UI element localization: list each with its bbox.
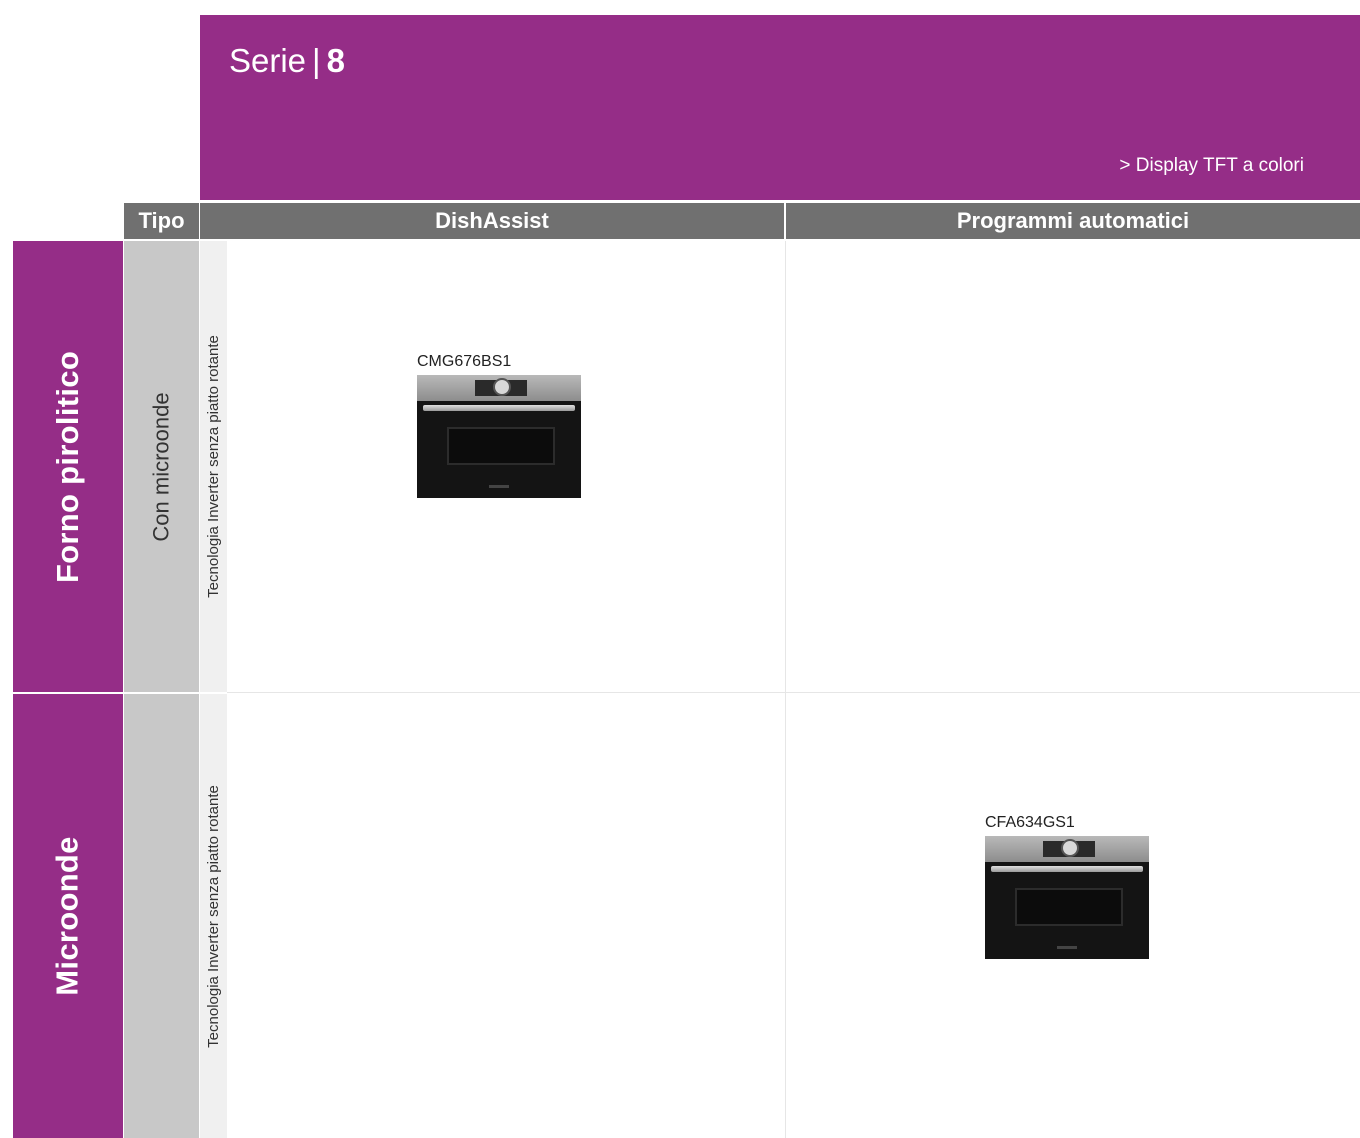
series-separator: |: [312, 42, 321, 79]
technology-cell: Tecnologia Inverter senza piatto rotante: [200, 241, 227, 692]
category-microonde: Microonde: [13, 694, 123, 1138]
series-title: Serie | 8: [229, 41, 345, 81]
column-header-programmi: Programmi automatici: [786, 203, 1360, 239]
column-header-programmi-label: Programmi automatici: [956, 208, 1190, 233]
product-card-cfa634gs1[interactable]: CFA634GS1: [985, 813, 1149, 959]
knob-icon: [1061, 839, 1079, 857]
row-divider: [227, 692, 1360, 693]
oven-image: [985, 836, 1149, 959]
series-number: 8: [326, 42, 345, 79]
technology-label: Tecnologia Inverter senza piatto rotante: [205, 784, 223, 1048]
column-header-dishassist-label: DishAssist: [435, 208, 549, 233]
series-header: Serie | 8 > Display TFT a colori: [200, 15, 1360, 200]
product-card-cmg676bs1[interactable]: CMG676BS1: [417, 352, 581, 498]
technology-cell: Tecnologia Inverter senza piatto rotante: [200, 694, 227, 1138]
technology-label: Tecnologia Inverter senza piatto rotante: [205, 335, 223, 598]
series-label: Serie: [229, 42, 307, 79]
product-code: CFA634GS1: [985, 814, 1075, 831]
product-code: CMG676BS1: [417, 353, 512, 370]
subtype-con-microonde: Con microonde: [124, 241, 199, 692]
subtype-empty: [124, 694, 199, 1138]
column-header-tipo-label: Tipo: [138, 208, 185, 233]
oven-image: [417, 375, 581, 498]
category-label: Forno pirolitico: [50, 350, 86, 583]
category-label: Microonde: [50, 836, 85, 996]
category-forno-pirolitico: Forno pirolitico: [13, 241, 123, 692]
column-divider: [785, 241, 786, 1138]
subtype-label: Con microonde: [148, 391, 174, 542]
column-header-dishassist: DishAssist: [200, 203, 784, 239]
feature-note: > Display TFT a colori: [1119, 155, 1304, 176]
column-header-tipo: Tipo: [124, 203, 199, 239]
knob-icon: [493, 378, 511, 396]
